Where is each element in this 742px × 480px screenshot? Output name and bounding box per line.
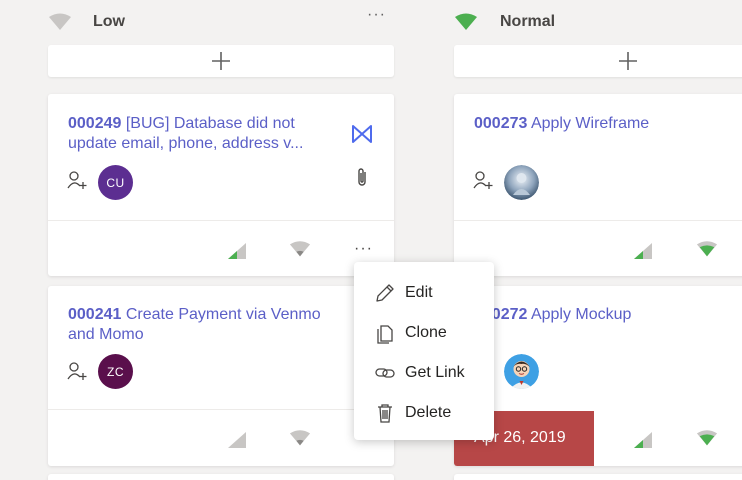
task-card[interactable]: 000273 Apply Wireframe [454, 94, 742, 276]
card-divider [48, 409, 394, 410]
task-id: 000241 [68, 306, 122, 323]
task-id: 000273 [474, 115, 528, 132]
devops-icon [352, 125, 372, 143]
menu-item-clone[interactable]: Clone [354, 313, 494, 353]
normal-priority-icon [455, 13, 477, 30]
photo-avatar[interactable] [504, 165, 539, 200]
task-title[interactable]: 000273 Apply Wireframe [474, 114, 739, 134]
low-priority-icon[interactable] [289, 428, 311, 448]
plus-icon [619, 52, 637, 70]
plus-icon [212, 52, 230, 70]
assign-user-icon[interactable] [66, 360, 88, 382]
task-card[interactable] [454, 474, 742, 480]
task-title[interactable]: 000249 [BUG] Database did not update ema… [68, 114, 333, 154]
avatar[interactable]: ZC [98, 354, 133, 389]
paperclip-icon [358, 168, 366, 186]
menu-item-label: Get Link [405, 364, 465, 381]
progress-icon[interactable] [226, 430, 248, 450]
column-title: Low [93, 13, 125, 30]
add-task-button[interactable] [454, 45, 742, 77]
menu-item-label: Clone [405, 324, 447, 341]
column-header: Low ··· [48, 0, 394, 46]
progress-icon[interactable] [632, 430, 654, 450]
column-header: Normal [454, 0, 742, 46]
menu-item-label: Delete [405, 404, 452, 421]
assign-user-icon[interactable] [66, 169, 88, 191]
task-name: Apply Mockup [530, 306, 632, 323]
menu-item-get-link[interactable]: Get Link [354, 353, 494, 393]
link-icon [375, 368, 395, 378]
task-card[interactable]: 000272 Apply Mockup Apr 26, 2019 [454, 286, 742, 466]
pencil-icon [376, 284, 394, 302]
card-divider [48, 220, 394, 221]
column-more-button[interactable]: ··· [367, 6, 386, 24]
task-card[interactable]: 000241 Create Payment via Venmo and Momo… [48, 286, 394, 466]
task-card[interactable]: 000249 [BUG] Database did not update ema… [48, 94, 394, 276]
context-menu: Edit Clone Get Link Delete [354, 262, 494, 440]
task-title[interactable]: 000241 Create Payment via Venmo and Momo [68, 305, 333, 345]
cartoon-avatar[interactable] [504, 354, 539, 389]
menu-item-edit[interactable]: Edit [354, 273, 494, 313]
progress-icon[interactable] [226, 241, 248, 261]
trash-icon [378, 404, 392, 423]
column-title: Normal [500, 13, 556, 30]
assign-user-icon[interactable] [472, 169, 494, 191]
task-name: Apply Wireframe [530, 115, 650, 132]
task-id: 000249 [68, 115, 122, 132]
normal-priority-icon[interactable] [696, 239, 718, 259]
menu-item-delete[interactable]: Delete [354, 393, 494, 433]
low-priority-icon [49, 13, 71, 30]
low-priority-icon[interactable] [289, 239, 311, 259]
add-task-button[interactable] [48, 45, 394, 77]
menu-item-label: Edit [405, 284, 433, 301]
task-card[interactable] [48, 474, 394, 480]
normal-priority-icon[interactable] [696, 428, 718, 448]
card-more-button[interactable]: ··· [354, 240, 373, 258]
card-divider [454, 220, 742, 221]
progress-icon[interactable] [632, 241, 654, 261]
task-title[interactable]: 000272 Apply Mockup [474, 305, 739, 325]
copy-icon [377, 325, 393, 344]
avatar[interactable]: CU [98, 165, 133, 200]
